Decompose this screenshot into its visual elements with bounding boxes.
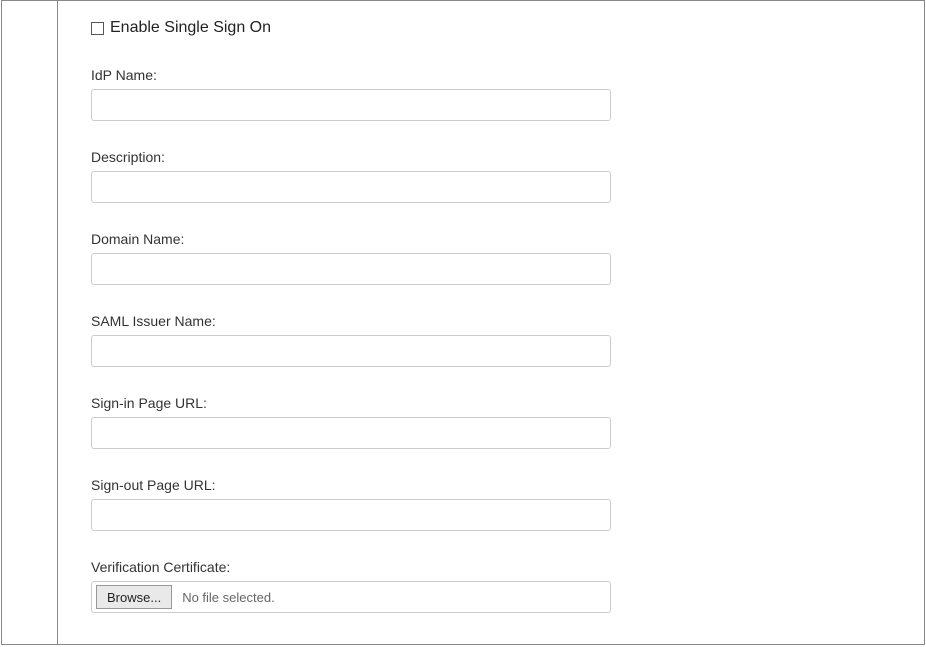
- enable-sso-label[interactable]: Enable Single Sign On: [110, 19, 271, 37]
- domain-name-input[interactable]: [91, 253, 611, 285]
- panel-frame: Enable Single Sign On IdP Name: Descript…: [1, 0, 925, 645]
- verification-cert-group: Verification Certificate: Browse... No f…: [91, 559, 924, 613]
- saml-issuer-input[interactable]: [91, 335, 611, 367]
- enable-sso-checkbox[interactable]: [91, 22, 104, 35]
- signout-url-label: Sign-out Page URL:: [91, 477, 924, 493]
- saml-issuer-label: SAML Issuer Name:: [91, 313, 924, 329]
- description-input[interactable]: [91, 171, 611, 203]
- enable-sso-row: Enable Single Sign On: [91, 19, 924, 37]
- signout-url-group: Sign-out Page URL:: [91, 477, 924, 531]
- idp-name-label: IdP Name:: [91, 67, 924, 83]
- signin-url-label: Sign-in Page URL:: [91, 395, 924, 411]
- idp-name-group: IdP Name:: [91, 67, 924, 121]
- idp-name-input[interactable]: [91, 89, 611, 121]
- verification-cert-label: Verification Certificate:: [91, 559, 924, 575]
- description-group: Description:: [91, 149, 924, 203]
- sso-settings-form: Enable Single Sign On IdP Name: Descript…: [58, 1, 924, 644]
- signin-url-input[interactable]: [91, 417, 611, 449]
- description-label: Description:: [91, 149, 924, 165]
- verification-cert-file-wrapper: Browse... No file selected.: [91, 581, 611, 613]
- file-status-text: No file selected.: [182, 590, 275, 605]
- domain-name-label: Domain Name:: [91, 231, 924, 247]
- signin-url-group: Sign-in Page URL:: [91, 395, 924, 449]
- signout-url-input[interactable]: [91, 499, 611, 531]
- browse-button[interactable]: Browse...: [96, 585, 172, 609]
- saml-issuer-group: SAML Issuer Name:: [91, 313, 924, 367]
- domain-name-group: Domain Name:: [91, 231, 924, 285]
